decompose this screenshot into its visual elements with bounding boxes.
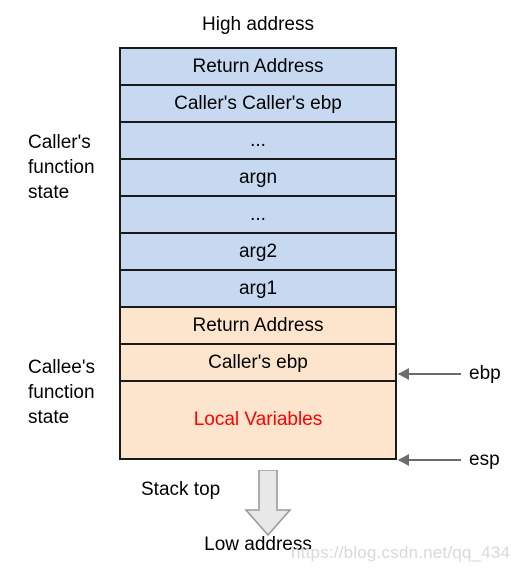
stack-row-label: argn — [238, 166, 278, 188]
callee-state-line-2: function — [28, 382, 95, 403]
stack-row: Return Address — [121, 49, 395, 86]
ebp-register-label: ebp — [469, 363, 501, 384]
stack-row-label: arg2 — [238, 240, 278, 262]
stack-row: arg2 — [121, 234, 395, 271]
ebp-pointer-annotation: ebp — [398, 363, 501, 385]
stack-row: ... — [121, 123, 395, 160]
caller-state-line-3: state — [28, 182, 70, 203]
stack-row-label: Caller's Caller's ebp — [174, 92, 342, 114]
stack-row-label: ... — [250, 203, 266, 225]
esp-register-label: esp — [469, 449, 500, 470]
esp-pointer-annotation: esp — [398, 449, 500, 471]
stack-row-label: ... — [250, 129, 266, 151]
caller-state-line-2: function — [28, 157, 95, 178]
stack-row-label: Return Address — [192, 314, 324, 336]
stack-row: Caller's ebp — [121, 345, 395, 382]
stack-row-label: Return Address — [192, 55, 324, 77]
watermark-text: https://blog.csdn.net/qq_43413736 — [291, 543, 511, 562]
caller-state-line-1: Caller's — [28, 132, 91, 153]
stack-row: arg1 — [121, 271, 395, 308]
stack-row: Caller's Caller's ebp — [121, 86, 395, 123]
arrow-left-icon — [398, 454, 461, 466]
high-address-label: High address — [202, 14, 314, 35]
stack-row-label: Caller's ebp — [208, 351, 308, 373]
callee-state-line-3: state — [28, 407, 70, 428]
stack-row-label: arg1 — [238, 277, 278, 299]
arrow-left-icon — [398, 368, 461, 380]
callee-state-group-label: Callee's function state — [28, 355, 95, 430]
caller-state-group-label: Caller's function state — [28, 130, 95, 205]
stack-growth-down-arrow-icon — [244, 470, 292, 536]
stack-row: Return Address — [121, 308, 395, 345]
stack-row-local-variables: Local Variables — [121, 382, 395, 458]
stack-top-label: Stack top — [141, 479, 221, 500]
callee-state-line-1: Callee's — [28, 357, 95, 378]
stack-row: argn — [121, 160, 395, 197]
stack-frame-diagram: High address Return Address Caller's Cal… — [0, 0, 511, 569]
stack-row-label: Local Variables — [193, 409, 323, 430]
stack-row: ... — [121, 197, 395, 234]
stack-table: Return Address Caller's Caller's ebp ...… — [119, 47, 397, 460]
